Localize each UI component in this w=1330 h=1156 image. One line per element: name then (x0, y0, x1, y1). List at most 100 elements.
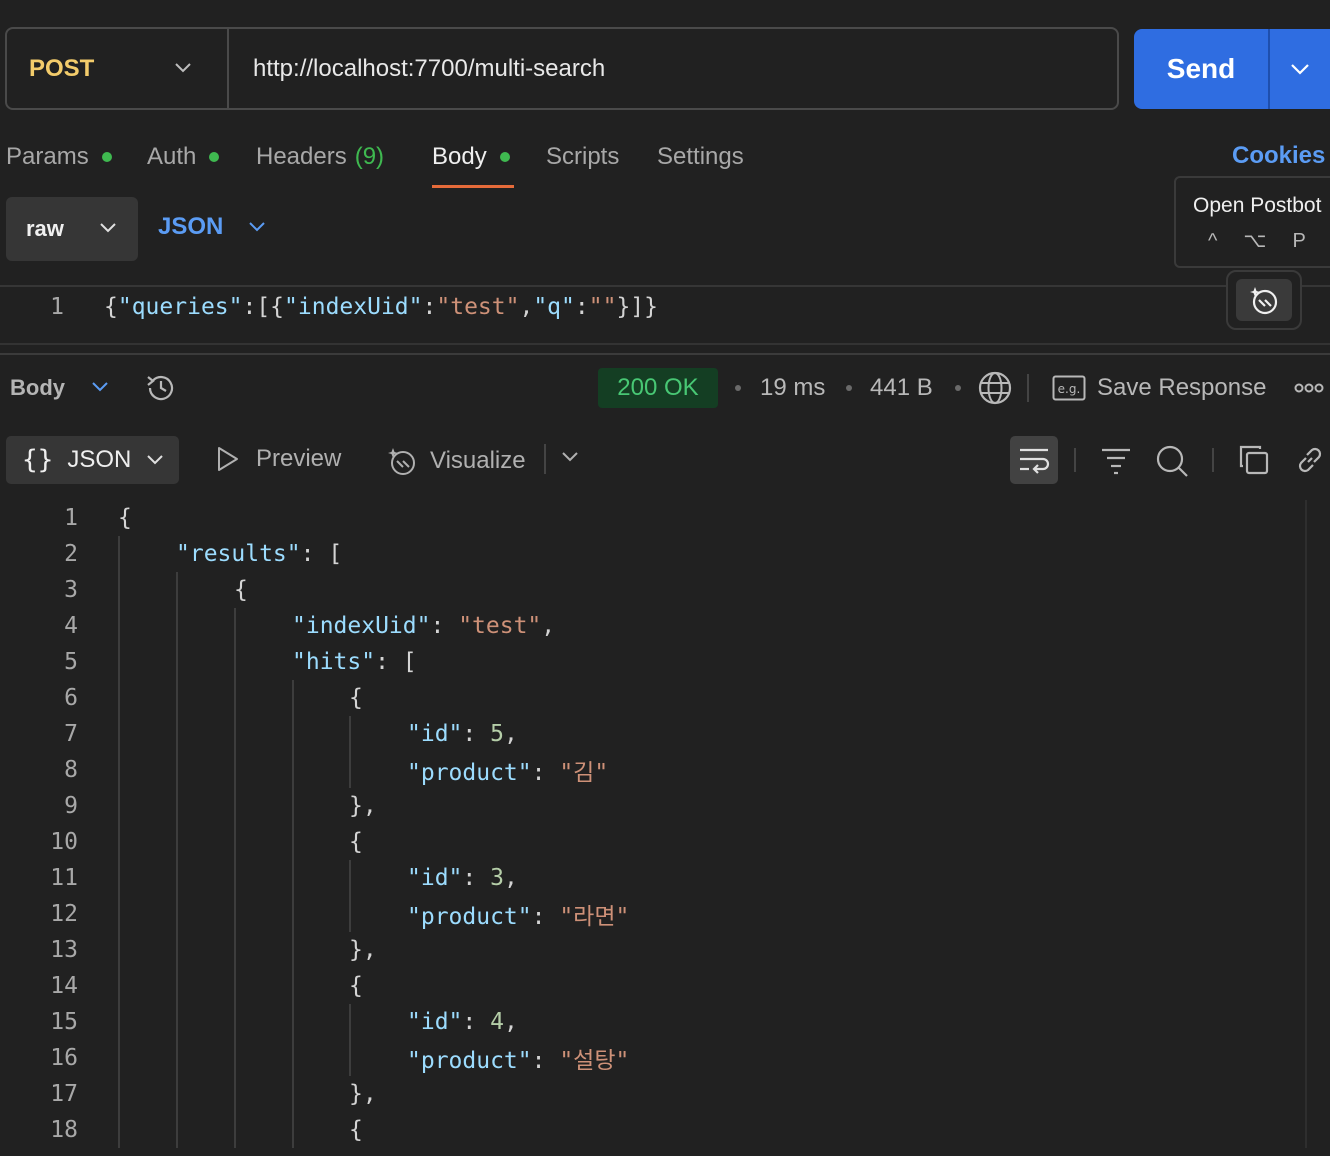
line-number: 8 (64, 757, 78, 783)
response-body-viewer[interactable]: 1{ 2 "results": [ 3{ 4 "indexUid": "test",… (0, 500, 1305, 1148)
word-wrap-button[interactable] (1010, 436, 1058, 484)
send-options-button[interactable] (1270, 29, 1330, 109)
method-select[interactable]: POST (7, 29, 229, 108)
preview-button[interactable]: Preview (216, 445, 341, 473)
search-icon[interactable] (1155, 444, 1189, 478)
code-text: "id": 3, (407, 865, 518, 891)
code-text: "product": "라면" (407, 904, 630, 930)
line-number: 3 (64, 577, 78, 603)
postbot-tooltip: Open Postbot ^ ⌥ P (1174, 176, 1330, 268)
postbot-button[interactable] (1226, 270, 1302, 330)
line-number: 6 (64, 685, 78, 711)
filter-icon[interactable] (1100, 444, 1132, 476)
line-number: 7 (64, 721, 78, 747)
copy-icon[interactable] (1238, 444, 1270, 476)
chevron-down-icon (175, 63, 191, 73)
line-number: 18 (50, 1117, 78, 1143)
code-line: 17}, (0, 1076, 1305, 1112)
line-number: 10 (50, 829, 78, 855)
code-text: }, (349, 793, 377, 819)
line-number: 17 (50, 1081, 78, 1107)
code-line: 5 "hits": [ (0, 644, 1305, 680)
code-line: 8 "product": "김" (0, 752, 1305, 788)
separator-dot (955, 385, 961, 391)
line-number: 16 (50, 1045, 78, 1071)
body-format-select[interactable]: JSON (158, 213, 267, 241)
response-time[interactable]: 19 ms (760, 374, 825, 402)
svg-text:e.g.: e.g. (1058, 382, 1081, 396)
tab-auth-label: Auth (147, 143, 197, 170)
separator (544, 444, 546, 474)
tab-settings[interactable]: Settings (657, 142, 744, 172)
code-line: 12 "product": "라면" (0, 896, 1305, 932)
code-line: 2 "results": [ (0, 536, 1305, 572)
shortcut-key: P (1292, 230, 1306, 252)
separator (1074, 448, 1076, 472)
postbot-icon (388, 448, 415, 475)
send-label: Send (1166, 53, 1236, 84)
code-text: { (349, 685, 363, 711)
code-text: "hits": [ (292, 649, 417, 675)
line-number: 15 (50, 1009, 78, 1035)
response-section-label: Body (10, 375, 65, 400)
history-icon[interactable] (144, 372, 178, 404)
line-number: 12 (50, 901, 78, 927)
chevron-down-icon[interactable] (90, 380, 110, 394)
postbot-shortcut: ^ ⌥ P (1208, 228, 1330, 253)
tab-headers[interactable]: Headers (9) (256, 142, 384, 172)
tab-scripts[interactable]: Scripts (546, 142, 619, 172)
tab-params-label: Params (6, 143, 89, 170)
cookies-link[interactable]: Cookies (1232, 142, 1325, 170)
play-icon (218, 447, 238, 471)
shortcut-key: ^ (1208, 230, 1218, 252)
body-mode-select[interactable]: raw (6, 197, 138, 261)
active-dot (209, 152, 220, 162)
tab-params[interactable]: Params (6, 142, 112, 172)
save-response-button[interactable]: Save Response (1097, 374, 1266, 402)
code-line: 10 { (0, 824, 1305, 860)
body-format-label: JSON (158, 213, 224, 240)
headers-count: (9) (354, 143, 385, 170)
code-text: "results": [ (176, 541, 343, 567)
code-line: 14 { (0, 968, 1305, 1004)
response-size[interactable]: 441 B (870, 374, 933, 402)
code-text: "id": 4, (407, 1009, 518, 1035)
request-body-editor[interactable]: 1 {"queries":[{"indexUid":"test","q":""}… (0, 290, 658, 324)
line-number: 5 (64, 649, 78, 675)
globe-icon[interactable] (977, 370, 1013, 406)
code-text: "product": "김" (407, 760, 609, 786)
chevron-down-icon (1291, 64, 1309, 75)
scrollbar-track[interactable] (1305, 500, 1307, 1148)
visualize-button[interactable]: Visualize (386, 445, 526, 477)
pane-divider[interactable] (0, 353, 1330, 355)
method-label: POST (29, 54, 95, 82)
active-dot (499, 152, 510, 162)
response-format-label: JSON (67, 446, 132, 473)
chevron-down-icon[interactable] (560, 450, 580, 464)
url-input[interactable]: http://localhost:7700/multi-search (229, 55, 605, 83)
tab-body[interactable]: Body (432, 142, 510, 172)
chevron-down-icon (249, 222, 266, 232)
code-line: 16 "product": "설탕" (0, 1040, 1305, 1076)
code-text: { (349, 973, 363, 999)
code-line: 1{ (0, 500, 1305, 536)
status-badge[interactable]: 200 OK (598, 368, 718, 408)
editor-border (0, 343, 1330, 345)
code-text: "product": "설탕" (407, 1048, 630, 1074)
separator-dot (846, 385, 852, 391)
code-text: { (118, 505, 132, 531)
send-button[interactable]: Send (1134, 29, 1330, 109)
link-icon[interactable] (1294, 444, 1326, 476)
separator (1027, 374, 1029, 402)
code-text: }, (349, 1081, 377, 1107)
example-icon: e.g. (1052, 375, 1086, 401)
code-text: "indexUid": "test", (292, 613, 556, 639)
preview-label: Preview (256, 445, 342, 472)
more-options-icon[interactable] (1294, 381, 1324, 395)
line-number: 11 (50, 865, 78, 891)
code-line: 9}, (0, 788, 1305, 824)
code-line: 7 "id": 5, (0, 716, 1305, 752)
tab-auth[interactable]: Auth (147, 142, 220, 172)
postbot-icon-wrap (1236, 279, 1292, 321)
response-format-select[interactable]: {} JSON (6, 436, 179, 484)
